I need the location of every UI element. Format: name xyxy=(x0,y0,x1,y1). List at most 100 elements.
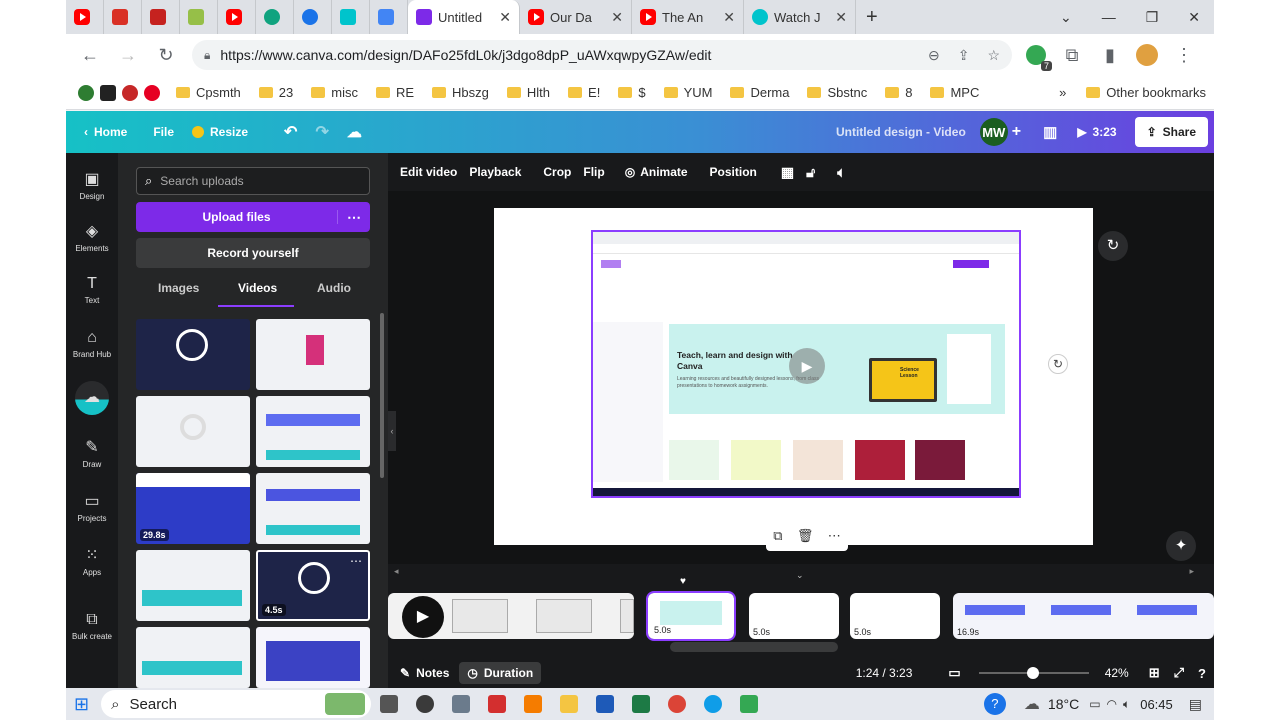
word-icon[interactable] xyxy=(596,695,615,713)
present-play-button[interactable]: ▶ 3:23 xyxy=(1077,125,1116,139)
close-icon[interactable]: ✕ xyxy=(499,9,511,26)
windows-start-icon[interactable]: ⊞ xyxy=(74,694,89,715)
share-button[interactable]: ⇪ Share xyxy=(1134,117,1208,147)
more-options-icon[interactable]: ⋯ xyxy=(828,528,841,544)
rail-draw[interactable]: ✎ Draw xyxy=(66,437,118,469)
profile-avatar[interactable] xyxy=(1136,44,1158,66)
animate-button[interactable]: ◎ Animate xyxy=(625,165,688,179)
scroll-right-icon[interactable]: ▸ xyxy=(1189,566,1194,577)
star-icon[interactable]: ☆ xyxy=(987,47,1000,64)
restore-icon[interactable]: ❐ xyxy=(1146,9,1159,26)
rail-projects[interactable]: ▭ Projects xyxy=(66,491,118,523)
more-bookmarks-button[interactable]: » xyxy=(1059,85,1066,100)
new-tab-button[interactable]: + xyxy=(866,6,878,29)
cloud-saved-icon[interactable]: ☁ xyxy=(347,123,362,141)
forward-icon[interactable]: → xyxy=(116,45,140,66)
tab-audio[interactable]: Audio xyxy=(317,281,351,295)
video-thumbnail[interactable] xyxy=(136,627,250,688)
tab-images[interactable]: Images xyxy=(158,281,199,295)
tab-docs[interactable] xyxy=(370,0,408,34)
duration-button[interactable]: ◷ Duration xyxy=(459,662,542,684)
more-options-icon[interactable]: ⋯ xyxy=(338,209,370,226)
user-avatar[interactable]: MW xyxy=(979,118,1008,146)
bookmark-site-icon[interactable] xyxy=(122,84,138,101)
bookmark-folder[interactable]: Cpsmth xyxy=(176,85,241,100)
excel-icon[interactable] xyxy=(632,695,651,713)
transparency-icon[interactable]: ▦ xyxy=(781,164,794,181)
video-thumbnail[interactable] xyxy=(136,319,250,390)
bookmark-folder[interactable]: Derma xyxy=(730,85,789,100)
video-thumbnail[interactable]: 29.8s xyxy=(136,473,250,544)
drive-icon[interactable] xyxy=(740,695,759,713)
help-icon[interactable]: ? xyxy=(1198,666,1206,681)
wifi-icon[interactable]: ◠ xyxy=(1107,697,1117,711)
tab-watch[interactable]: Watch J ✕ xyxy=(744,0,856,34)
timeline-scrollbar[interactable] xyxy=(670,642,838,652)
rail-uploads[interactable]: ☁ xyxy=(66,381,118,415)
page-grid-icon[interactable]: ⊞ xyxy=(1149,665,1160,681)
volume-icon[interactable]: 🔈︎ xyxy=(1123,697,1130,712)
vlc-icon[interactable] xyxy=(524,695,543,713)
video-thumbnail[interactable] xyxy=(256,319,370,390)
upload-files-button[interactable]: Upload files ⋯ xyxy=(136,202,370,232)
add-people-icon[interactable]: + xyxy=(1012,123,1021,141)
video-thumbnail[interactable] xyxy=(256,396,370,467)
more-options-icon[interactable]: ⋯ xyxy=(350,554,362,568)
timeline-clip[interactable]: 16.9s xyxy=(953,593,1214,639)
file-menu-button[interactable]: File xyxy=(153,125,174,139)
volume-icon[interactable]: 🔈︎ xyxy=(837,164,845,181)
selected-video-element[interactable]: Teach, learn and design with Canva Learn… xyxy=(591,230,1021,498)
rail-apps[interactable]: ⁙ Apps xyxy=(66,545,118,577)
tab-app[interactable] xyxy=(332,0,370,34)
timeline-clip-selected[interactable]: 5.0s xyxy=(646,591,736,641)
bookmark-folder[interactable]: $ xyxy=(618,85,646,100)
chrome-icon[interactable] xyxy=(668,695,687,713)
other-bookmarks[interactable]: Other bookmarks xyxy=(1086,85,1206,100)
rail-elements[interactable]: ◈ Elements xyxy=(66,221,118,253)
zoom-slider-handle[interactable] xyxy=(1027,667,1040,679)
lock-icon[interactable]: 🔓︎ xyxy=(806,164,815,181)
delete-icon[interactable]: 🗑︎ xyxy=(797,528,814,544)
menu-icon[interactable]: ⋮ xyxy=(1172,45,1196,66)
pinterest-icon[interactable] xyxy=(144,84,160,101)
bookmark-folder[interactable]: RE xyxy=(375,85,414,100)
crop-button[interactable]: Crop xyxy=(543,165,571,179)
timeline-clip[interactable]: 5.0s xyxy=(749,593,839,639)
edit-video-button[interactable]: Edit video xyxy=(400,165,457,179)
weather-icon[interactable]: ☁ xyxy=(1024,694,1040,714)
home-button[interactable]: ‹ Home xyxy=(84,125,127,139)
redo-icon[interactable]: ↷ xyxy=(315,122,328,142)
magic-sparkle-icon[interactable]: ✦ xyxy=(1166,531,1196,561)
extension-shield-icon[interactable]: 7 xyxy=(1026,45,1052,71)
bookmark-folder[interactable]: misc xyxy=(311,85,358,100)
tab-canva-active[interactable]: Untitled ✕ xyxy=(408,0,520,34)
rail-design[interactable]: ▣ Design xyxy=(66,169,118,201)
scroll-left-icon[interactable]: ◂ xyxy=(394,566,399,577)
rotate-handle-icon[interactable]: ↻ xyxy=(1048,354,1068,374)
notifications-icon[interactable]: ▤ xyxy=(1189,696,1202,713)
record-yourself-button[interactable]: Record yourself xyxy=(136,238,370,268)
bookmark-folder[interactable]: 8 xyxy=(885,85,912,100)
side-panel-icon[interactable]: ▮ xyxy=(1098,45,1122,66)
design-title[interactable]: Untitled design - Video xyxy=(836,125,966,139)
bookmark-folder[interactable]: E! xyxy=(568,85,600,100)
collapse-panel-handle[interactable]: ‹ xyxy=(388,411,396,451)
notes-button[interactable]: ✎ Notes xyxy=(400,666,449,680)
search-uploads-input[interactable]: ⌕ Search uploads xyxy=(136,167,370,195)
tab-youtube[interactable] xyxy=(218,0,256,34)
tab-youtube[interactable] xyxy=(66,0,104,34)
bookmark-site-icon[interactable] xyxy=(100,84,116,101)
undo-icon[interactable]: ↶ xyxy=(284,122,297,142)
task-view-icon[interactable] xyxy=(380,695,399,713)
url-field[interactable]: 🔒︎ https://www.canva.com/design/DAFo25fd… xyxy=(192,40,1012,70)
panel-scrollbar[interactable] xyxy=(380,313,384,478)
design-page[interactable]: Teach, learn and design with Canva Learn… xyxy=(494,208,1093,545)
zoom-icon[interactable]: ⊖ xyxy=(928,47,940,64)
help-icon[interactable]: ? xyxy=(983,693,1006,715)
battery-icon[interactable]: ▭ xyxy=(1089,697,1100,711)
minimize-icon[interactable]: — xyxy=(1102,9,1116,25)
duplicate-icon[interactable]: ⧉ xyxy=(773,528,782,544)
tab-app[interactable] xyxy=(142,0,180,34)
video-play-icon[interactable]: ▶ xyxy=(789,348,825,384)
tab-videos[interactable]: Videos xyxy=(238,281,277,295)
